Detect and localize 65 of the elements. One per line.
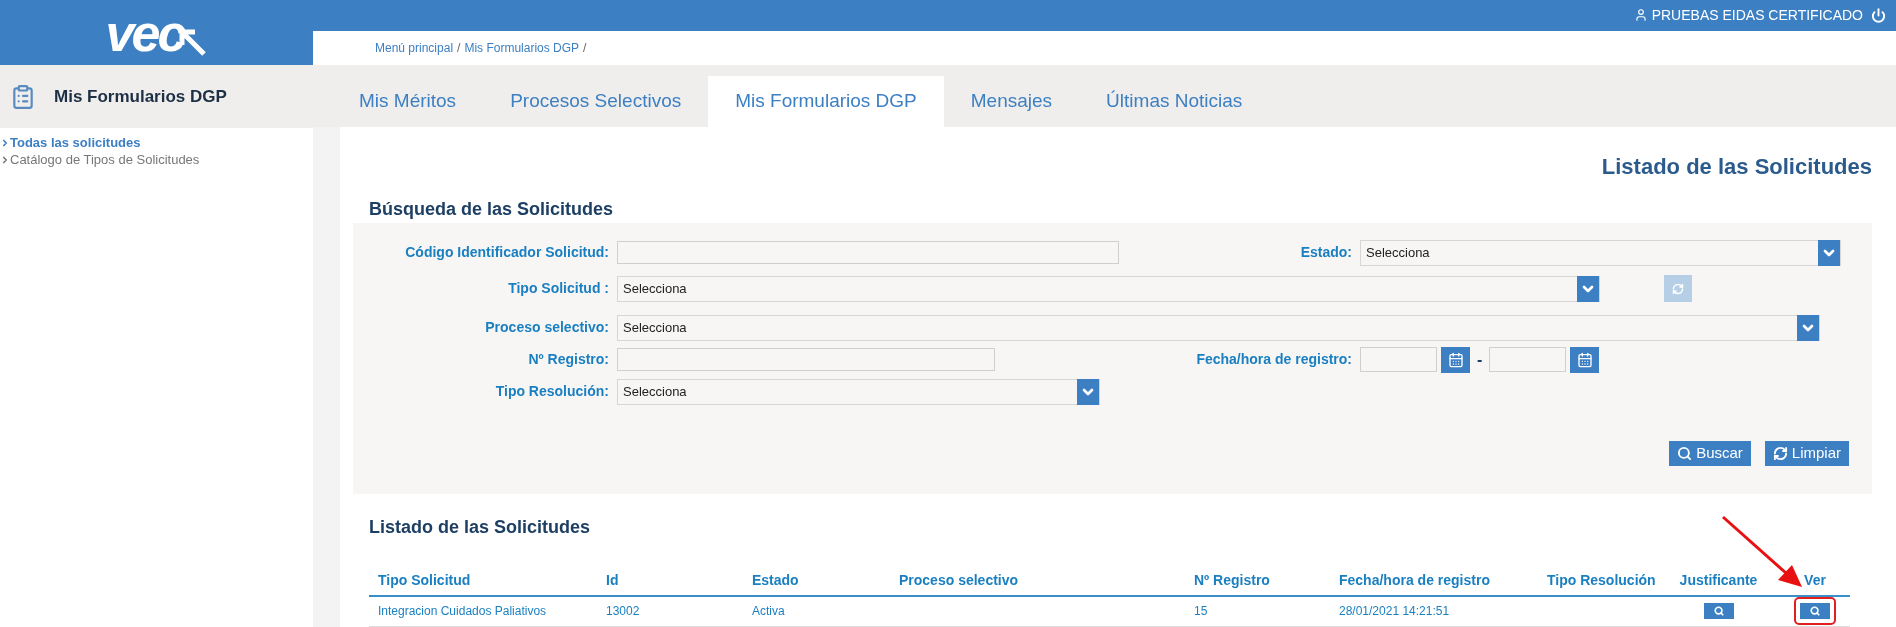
sidebar-title: Mis Formularios DGP — [54, 85, 227, 108]
sidebar-link[interactable]: Catálogo de Tipos de Solicitudes — [0, 151, 313, 168]
table-cell-text: 13002 — [605, 603, 641, 621]
select-field[interactable]: Selecciona — [1360, 240, 1841, 266]
select-field[interactable]: Selecciona — [617, 379, 1100, 405]
search-icon — [1810, 606, 1820, 617]
column-header: Ver — [1803, 571, 1827, 590]
refresh-icon — [1772, 446, 1788, 461]
chevron-right-icon — [0, 137, 10, 148]
section-title: Búsqueda de las Solicitudes — [369, 199, 615, 219]
table-cell-text: 15 — [1193, 603, 1209, 621]
logo: vec — [105, 6, 208, 59]
column-header: Tipo Resolución — [1546, 571, 1657, 590]
user-icon — [1633, 8, 1648, 23]
table-cell-text: Integracion Cuidados Paliativos — [377, 603, 548, 621]
tab[interactable]: Mis Formularios DGP — [708, 76, 944, 127]
input-field[interactable] — [617, 241, 1119, 265]
sidebar-link[interactable]: Todas las solicitudes — [0, 134, 313, 151]
input-field[interactable] — [617, 348, 995, 372]
chevron-right-icon — [0, 154, 10, 165]
calendar-button[interactable] — [1570, 347, 1600, 373]
calendar-button[interactable] — [1441, 347, 1470, 373]
view-button[interactable] — [1800, 603, 1830, 620]
column-header: Fecha/hora de registro — [1338, 571, 1491, 590]
field-label: Nº Registro: — [527, 350, 609, 370]
date-field[interactable] — [1360, 347, 1437, 373]
tab[interactable]: Mis Méritos — [332, 76, 484, 127]
date-separator: - — [1476, 350, 1484, 370]
user-name: PRUEBAS EIDAS CERTIFICADO — [1651, 5, 1863, 25]
calendar-icon — [1447, 352, 1464, 368]
column-header: Justificante — [1678, 571, 1759, 590]
column-header: Nº Registro — [1193, 571, 1271, 590]
refresh-icon — [1672, 283, 1684, 295]
clear-button[interactable]: Limpiar — [1764, 441, 1849, 466]
column-header: Id — [605, 571, 620, 590]
field-label: Tipo Resolución: — [494, 382, 609, 402]
tab[interactable]: Mensajes — [943, 76, 1080, 127]
select-field[interactable]: Selecciona — [617, 276, 1600, 302]
tab[interactable]: Últimas Noticias — [1079, 76, 1270, 127]
tab[interactable]: Procesos Selectivos — [483, 76, 709, 127]
select-field[interactable]: Selecciona — [617, 315, 1820, 341]
field-label: Fecha/hora de registro: — [1195, 350, 1352, 370]
search-icon — [1677, 446, 1693, 461]
table-cell-text: 28/01/2021 14:21:51 — [1338, 603, 1451, 621]
column-header: Tipo Solicitud — [377, 571, 472, 590]
calendar-icon — [1576, 352, 1593, 368]
search-icon — [1713, 606, 1724, 617]
section-title: Listado de las Solicitudes — [369, 517, 592, 537]
breadcrumb-separator: / — [457, 40, 461, 58]
search-button[interactable]: Buscar — [1669, 441, 1751, 466]
field-label: Código Identificador Solicitud: — [404, 243, 609, 263]
breadcrumb-link[interactable]: Mis Formularios DGP — [464, 39, 580, 58]
field-label: Tipo Solicitud : — [507, 279, 609, 299]
power-icon[interactable] — [1871, 7, 1886, 23]
view-document-button[interactable] — [1703, 603, 1734, 620]
breadcrumb-link[interactable]: Menú principal — [375, 39, 454, 58]
date-field[interactable] — [1489, 347, 1567, 373]
column-header: Proceso selectivo — [898, 571, 1020, 590]
table-cell-text: Activa — [751, 603, 786, 621]
page-title: Listado de las Solicitudes — [1601, 154, 1872, 180]
field-label: Estado: — [1299, 243, 1352, 263]
breadcrumb-separator: / — [583, 40, 587, 58]
field-label: Proceso selectivo: — [484, 318, 609, 338]
clipboard-icon — [10, 83, 36, 110]
column-header: Estado — [751, 571, 800, 590]
